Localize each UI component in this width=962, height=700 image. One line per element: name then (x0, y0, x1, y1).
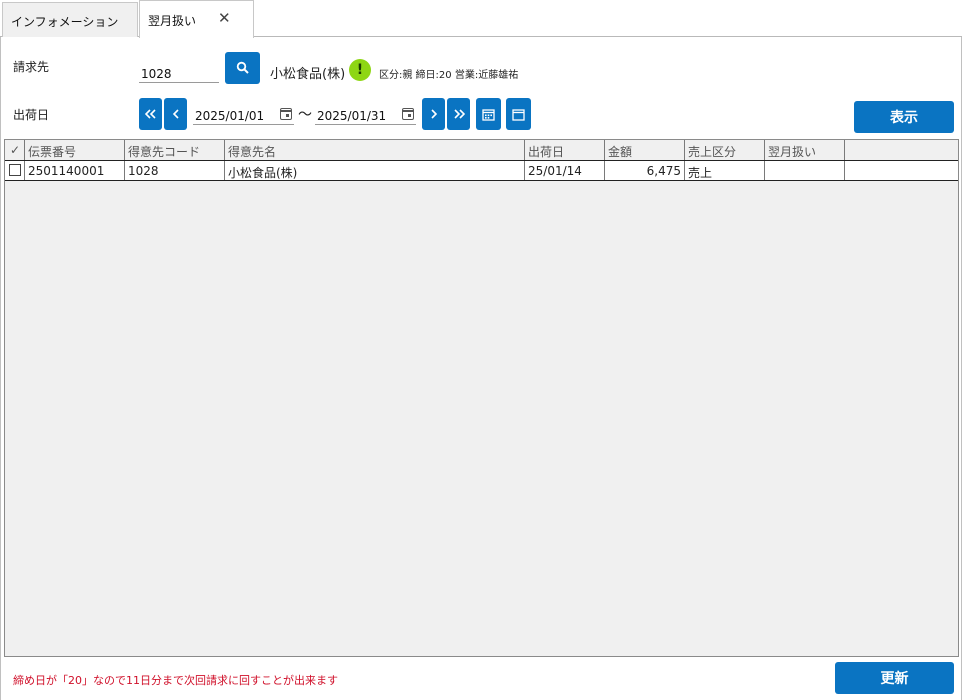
calendar-icon[interactable] (402, 108, 414, 120)
tab-next-month[interactable]: 翌月扱い ✕ (139, 0, 254, 38)
prev-day-button[interactable] (164, 98, 187, 130)
range-separator: ～ (298, 107, 312, 123)
row-check-cell (5, 161, 25, 180)
cell-amount: 6,475 (605, 161, 685, 180)
chevron-left-icon (172, 109, 179, 119)
customer-name: 小松食品(株) (270, 67, 346, 82)
search-button[interactable] (225, 52, 260, 84)
header-next-month[interactable]: 翌月扱い (765, 140, 845, 160)
warning-icon[interactable]: ! (349, 59, 371, 81)
search-icon (236, 61, 249, 74)
next-day-button[interactable] (422, 98, 445, 130)
cell-sales-type: 売上 (685, 161, 765, 180)
header-slip-no[interactable]: 伝票番号 (25, 140, 125, 160)
calendar-grid-icon (482, 108, 495, 121)
month-calendar-button[interactable] (476, 98, 501, 130)
cell-ship-date: 25/01/14 (525, 161, 605, 180)
tab-information[interactable]: インフォメーション (2, 2, 138, 37)
calendar-icon (512, 108, 525, 121)
ship-date-label: 出荷日 (13, 108, 50, 122)
billing-code-input[interactable] (139, 59, 219, 83)
customer-info: 区分:親 締日:20 営業:近藤雄祐 (379, 70, 519, 81)
header-sales-type[interactable]: 売上区分 (685, 140, 765, 160)
chevron-right-icon (430, 109, 437, 119)
show-button[interactable]: 表示 (854, 101, 954, 133)
prev-month-button[interactable] (139, 98, 162, 130)
calendar-icon[interactable] (280, 108, 292, 120)
double-chevron-right-icon (453, 109, 465, 119)
date-from-input[interactable] (193, 101, 294, 125)
tab-bar: インフォメーション 翌月扱い ✕ (0, 0, 962, 38)
cell-next-month[interactable] (765, 161, 845, 180)
update-button[interactable]: 更新 (835, 662, 954, 694)
header-customer-name[interactable]: 得意先名 (225, 140, 525, 160)
slip-grid: ✓ 伝票番号 得意先コード 得意先名 出荷日 金額 売上区分 翌月扱い 2501… (4, 139, 959, 657)
header-ship-date[interactable]: 出荷日 (525, 140, 605, 160)
header-check[interactable]: ✓ (5, 140, 25, 160)
billing-label: 請求先 (13, 60, 50, 74)
cell-slip-no: 2501140001 (25, 161, 125, 180)
closing-note: 締め日が「20」なので11日分まで次回請求に回すことが出来ます (13, 674, 338, 687)
table-row[interactable]: 2501140001 1028 小松食品(株) 25/01/14 6,475 売… (5, 161, 958, 181)
double-chevron-left-icon (144, 109, 156, 119)
row-checkbox[interactable] (9, 164, 21, 176)
tab-next-month-label: 翌月扱い (148, 14, 197, 28)
grid-header: ✓ 伝票番号 得意先コード 得意先名 出荷日 金額 売上区分 翌月扱い (5, 140, 958, 161)
tab-information-label: インフォメーション (11, 15, 119, 29)
cell-customer-code: 1028 (125, 161, 225, 180)
next-month-button[interactable] (447, 98, 470, 130)
calendar-button[interactable] (506, 98, 531, 130)
header-amount[interactable]: 金額 (605, 140, 685, 160)
close-icon[interactable]: ✕ (218, 9, 231, 27)
header-customer-code[interactable]: 得意先コード (125, 140, 225, 160)
date-to-input[interactable] (315, 101, 416, 125)
cell-customer-name: 小松食品(株) (225, 161, 525, 180)
